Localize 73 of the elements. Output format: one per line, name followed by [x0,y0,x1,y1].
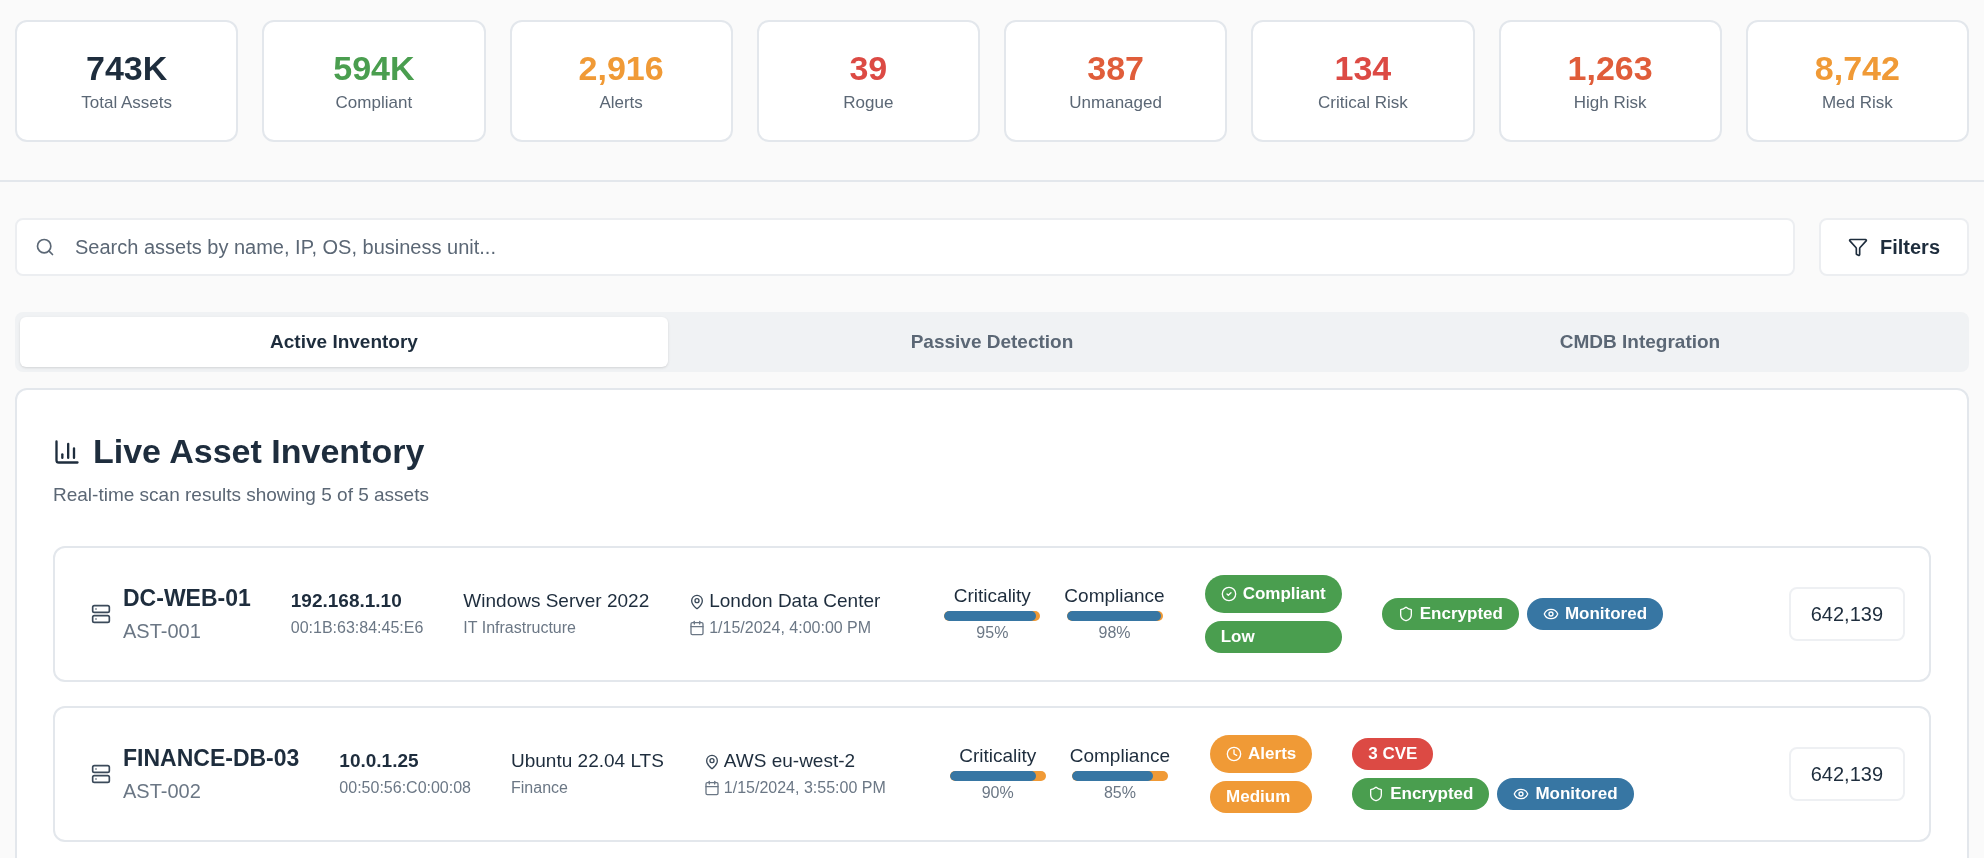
meter-label: Criticality [953,584,1031,609]
location-pin-icon [689,593,706,610]
stat-value: 743K [86,48,168,89]
location: London Data Center [709,589,881,614]
server-icon [91,603,111,624]
asset-row[interactable]: FINANCE-DB-03 AST-002 10.0.1.25 00:50:56:C0:00:08 Ubuntu 22.04 LTS Finance AWS eu-west-2 1/15/2024, 3:55:00 PM Criticality 90% Compliance 85% Alerts Medium 3 CVE Encrypted Monitored 642,139 [53,705,1931,842]
tag-badge: Monitored [1526,597,1664,630]
asset-name: FINANCE-DB-03 [123,744,300,774]
check-circle-icon [1220,585,1237,602]
stat-label: Alerts [599,91,643,114]
stat-value: 1,263 [1567,48,1653,89]
tab[interactable]: CMDB Integration [1316,317,1964,367]
panel-subtitle: Real-time scan results showing 5 of 5 assets [53,483,430,507]
asset-row[interactable]: DC-WEB-01 AST-001 192.168.1.10 00:1B:63:84:45:E6 Windows Server 2022 IT Infrastructure London Data Center 1/15/2024, 4:00:00 PM Criticality 95% Compliance 98% Compliant Low Encrypted Monitored 642,139 [53,545,1931,682]
meter-label: Compliance [1069,744,1171,769]
shield-icon [1368,785,1385,802]
asset-id: AST-002 [123,778,202,804]
status-badge: Alerts [1210,734,1313,773]
risk-badge: Low [1204,620,1342,653]
status-badge: Compliant [1204,574,1342,613]
os-name: Windows Server 2022 [463,589,650,614]
os-name: Ubuntu 22.04 LTS [511,749,664,774]
scan-date: 1/15/2024, 4:00:00 PM [709,617,872,638]
meter-reading: 90% [981,782,1014,803]
cve-badge: 3 CVE [1352,737,1434,770]
tag-badge: Encrypted [1381,597,1519,630]
tab[interactable]: Passive Detection [668,317,1316,367]
asset-count: 642,139 [1788,746,1905,801]
filter-icon [1848,237,1868,257]
stat-label: Med Risk [1821,91,1893,114]
asset-name: DC-WEB-01 [123,584,251,614]
business-unit: IT Infrastructure [463,617,577,638]
meter-label: Criticality [959,744,1037,769]
stat-value: 594K [333,48,415,89]
stat-value: 134 [1334,48,1392,89]
bar-chart-icon [53,437,81,466]
search-icon [35,237,55,257]
asset-count: 642,139 [1788,586,1905,641]
stat-label: Total Assets [81,91,172,114]
stat-label: Compliant [335,91,413,114]
mac-address: 00:50:56:C0:00:08 [339,777,471,798]
meter-reading: 95% [976,622,1009,643]
risk-badge: Medium [1210,780,1313,813]
meter-reading: 98% [1098,622,1131,643]
stat-value: 8,742 [1814,48,1900,89]
scan-date: 1/15/2024, 3:55:00 PM [723,777,886,798]
filters-button[interactable]: Filters [1819,218,1969,276]
meter-label: Compliance [1064,584,1165,609]
meter-reading: 85% [1103,782,1136,803]
tab[interactable]: Active Inventory [20,317,668,367]
mac-address: 00:1B:63:84:45:E6 [290,617,424,638]
search-field[interactable]: Search assets by name, IP, OS, business unit... [15,218,1795,276]
tag-badge: Monitored [1497,777,1634,810]
location: AWS eu-west-2 [723,749,856,774]
business-unit: Finance [511,777,569,798]
stat-value: 39 [849,48,888,89]
stat-label: Rogue [843,91,894,114]
stat-label: Critical Risk [1318,91,1408,114]
panel-title: Live Asset Inventory [93,431,425,472]
server-icon [91,763,111,784]
calendar-icon [689,619,706,636]
ip-address: 192.168.1.10 [290,589,403,614]
calendar-icon [703,779,720,796]
location-pin-icon [703,753,720,770]
asset-id: AST-001 [123,618,202,644]
ip-address: 10.0.1.25 [339,749,420,774]
tag-badge: Encrypted [1352,777,1490,810]
stat-label: Unmanaged [1069,91,1162,114]
stat-label: High Risk [1573,91,1647,114]
shield-icon [1397,605,1414,622]
stat-value: 387 [1087,48,1144,89]
clock-icon [1226,745,1243,762]
stat-value: 2,916 [578,48,664,89]
